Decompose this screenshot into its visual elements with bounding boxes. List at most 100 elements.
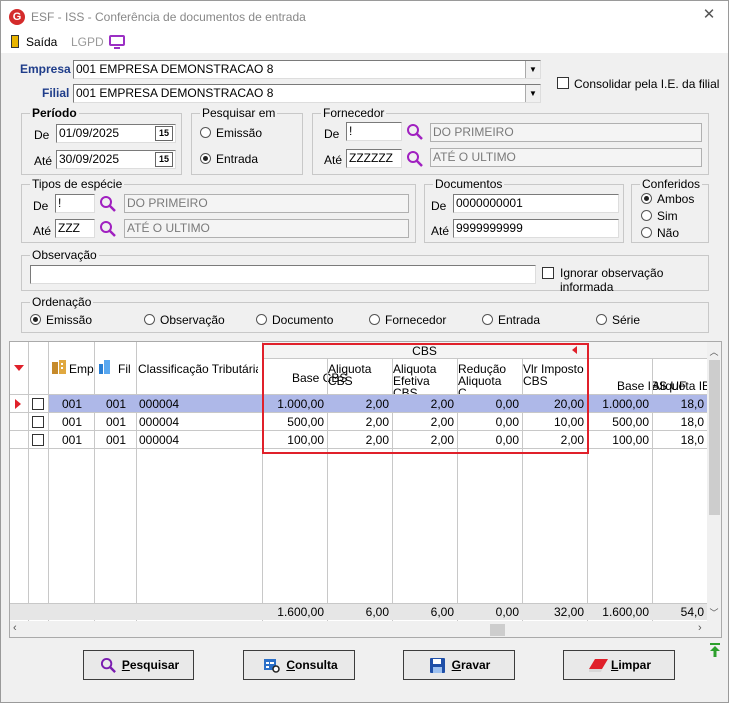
calendar-icon[interactable]: 15 — [155, 126, 173, 141]
horizontal-scrollbar[interactable] — [10, 621, 721, 637]
horizontal-scroll-thumb[interactable] — [490, 624, 505, 636]
ignorar-observacao-checkbox[interactable] — [542, 267, 554, 279]
documentos-group: Documentos De 0000000001 Até 9999999999 — [424, 177, 624, 243]
window-title: ESF - ISS - Conferência de documentos de… — [31, 10, 306, 24]
row-checkbox[interactable] — [32, 416, 44, 428]
fornecedor-de-label: De — [324, 127, 340, 141]
gravar-button[interactable]: Gravar — [403, 650, 515, 680]
exit-door-icon — [11, 35, 19, 48]
total-vlr-imp: 32,00 — [553, 605, 584, 619]
pesquisar-mnemonic: P — [121, 658, 130, 672]
lgpd-menu-item[interactable]: LGPD — [71, 35, 131, 51]
row-checkbox[interactable] — [32, 398, 44, 410]
pesquisar-entrada-label: Entrada — [216, 152, 259, 166]
ordenacao-documento-label: Documento — [272, 313, 334, 327]
fornecedor-de-code[interactable]: ! — [346, 122, 402, 141]
tipos-de-code[interactable]: ! — [55, 194, 95, 213]
header-aliquota-ibs[interactable]: Aliquota IB... — [652, 378, 707, 394]
vertical-scroll-thumb[interactable] — [709, 360, 720, 515]
limpar-button[interactable]: Limpar — [563, 650, 675, 680]
header-classificacao[interactable]: Classificação Tributária — [138, 361, 258, 377]
ordenacao-entrada-radio[interactable] — [482, 314, 493, 325]
lgpd-label: LGPD — [71, 35, 104, 49]
gravar-mnemonic: G — [451, 658, 461, 672]
row-checkbox[interactable] — [32, 434, 44, 446]
conferidos-nao-radio[interactable] — [641, 227, 652, 238]
conferidos-group: Conferidos Ambos Sim Não — [631, 177, 709, 243]
fornecedor-ate-label: Até — [324, 153, 343, 167]
consolidar-checkbox[interactable] — [557, 77, 569, 89]
tipos-ate-code[interactable]: ZZZ — [55, 219, 95, 238]
ordenacao-documento-radio[interactable] — [256, 314, 267, 325]
chevron-down-icon[interactable]: ▼ — [525, 85, 540, 102]
ordenacao-legend: Ordenação — [30, 295, 94, 309]
exit-label: Saída — [26, 35, 58, 49]
search-icon[interactable] — [406, 123, 424, 141]
ordenacao-emissao-radio[interactable] — [30, 314, 41, 325]
data-grid[interactable]: CBS Emp Fil Classificação Tributária Bas… — [9, 341, 722, 638]
cell-fil: 001 — [106, 415, 127, 429]
tipos-ate-name: ATÉ O ULTIMO — [124, 219, 409, 238]
empresa-select[interactable]: 001 EMPRESA DEMONSTRACAO 8 ▼ — [73, 60, 541, 79]
conferidos-ambos-radio[interactable] — [641, 193, 652, 204]
pesquisar-entrada-radio[interactable] — [200, 153, 211, 164]
fornecedor-ate-code[interactable]: ZZZZZZ — [346, 149, 402, 168]
main-window: G ESF - ISS - Conferência de documentos … — [0, 0, 729, 703]
documentos-ate-input[interactable]: 9999999999 — [453, 219, 619, 238]
conferidos-sim-radio[interactable] — [641, 210, 652, 221]
empresa-value: 001 EMPRESA DEMONSTRACAO 8 — [76, 62, 274, 76]
grid-col-divider — [48, 342, 49, 622]
close-icon[interactable]: ✕ — [701, 7, 717, 23]
search-icon[interactable] — [99, 195, 117, 213]
ordenacao-fornecedor-label: Fornecedor — [385, 313, 447, 327]
cell-classif: 000004 — [139, 415, 180, 429]
periodo-legend: Período — [30, 106, 79, 120]
scroll-down-icon[interactable]: ﹀ — [709, 606, 719, 618]
search-icon[interactable] — [99, 220, 117, 238]
fornecedor-group: Fornecedor De ! DO PRIMEIRO Até ZZZZZZ A… — [312, 106, 709, 175]
cell-aliq-ibs: 18,0 — [680, 433, 704, 447]
documentos-de-input[interactable]: 0000000001 — [453, 194, 619, 213]
search-icon[interactable] — [406, 150, 424, 168]
pesquisar-legend: Pesquisar em — [200, 106, 278, 120]
sort-indicator-icon[interactable] — [14, 365, 24, 371]
scroll-right-icon[interactable]: › — [698, 622, 702, 634]
cell-base-ibs: 1.000,00 — [602, 397, 649, 411]
total-base-cbs: 1.600,00 — [277, 605, 324, 619]
cell-classif: 000004 — [139, 433, 180, 447]
conferidos-ambos-label: Ambos — [657, 192, 695, 206]
scroll-left-icon[interactable]: ‹ — [13, 622, 17, 634]
header-fil[interactable]: Fil — [118, 361, 131, 377]
header-emp[interactable]: Emp — [69, 361, 94, 377]
consulta-button[interactable]: Consulta — [243, 650, 355, 680]
ordenacao-observacao-label: Observação — [160, 313, 225, 327]
pesquisar-emissao-radio[interactable] — [200, 127, 211, 138]
cell-emp: 001 — [62, 415, 83, 429]
grid-col-divider — [136, 342, 137, 622]
filial-select[interactable]: 001 EMPRESA DEMONSTRACAO 8 ▼ — [73, 84, 541, 103]
limpar-label: impar — [618, 658, 652, 672]
eraser-icon — [589, 659, 608, 672]
documentos-legend: Documentos — [433, 177, 505, 191]
fornecedor-ate-name: ATÉ O ULTIMO — [430, 148, 702, 167]
chevron-down-icon[interactable]: ▼ — [525, 61, 540, 78]
ordenacao-observacao-radio[interactable] — [144, 314, 155, 325]
grid-col-divider — [94, 342, 95, 622]
tipos-de-name: DO PRIMEIRO — [124, 194, 409, 213]
scroll-top-icon[interactable] — [709, 643, 721, 657]
pesquisar-button[interactable]: Pesquisar — [83, 650, 194, 680]
tipos-ate-label: Até — [33, 224, 52, 238]
cell-classif: 000004 — [139, 397, 180, 411]
periodo-group: Período De 01/09/2025 15 Até 30/09/2025 … — [21, 106, 182, 175]
ordenacao-fornecedor-radio[interactable] — [369, 314, 380, 325]
row-pointer-icon — [15, 399, 21, 409]
monitor-stand-icon — [114, 47, 120, 49]
total-aliq-cbs: 6,00 — [365, 605, 389, 619]
ordenacao-emissao-label: Emissão — [46, 313, 93, 327]
calendar-icon[interactable]: 15 — [155, 152, 173, 167]
observacao-input[interactable] — [30, 265, 536, 284]
scroll-up-icon[interactable]: ︿ — [709, 345, 719, 357]
cell-base-ibs: 500,00 — [612, 415, 649, 429]
cell-fil: 001 — [106, 397, 127, 411]
ordenacao-serie-radio[interactable] — [596, 314, 607, 325]
